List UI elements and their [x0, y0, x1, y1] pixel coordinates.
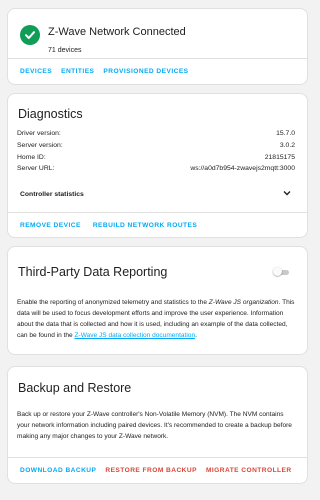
- home-id-value: 21815175: [264, 154, 295, 161]
- backup-restore-card: Backup and Restore Back up or restore yo…: [7, 366, 308, 484]
- server-url-row: Server URL: ws://a0d7b954-zwavejs2mqtt:3…: [17, 165, 295, 172]
- diagnostics-title: Diagnostics: [18, 107, 83, 121]
- home-id-row: Home ID: 21815175: [17, 154, 295, 161]
- status-card-actions: DEVICES ENTITIES PROVISIONED DEVICES: [8, 58, 307, 84]
- rebuild-network-routes-button[interactable]: REBUILD NETWORK ROUTES: [93, 222, 197, 229]
- server-version-row: Server version: 3.0.2: [17, 142, 295, 149]
- data-reporting-card: Third-Party Data Reporting Enable the re…: [7, 246, 308, 355]
- network-status-card: Z-Wave Network Connected 71 devices DEVI…: [7, 8, 308, 85]
- provisioned-devices-button[interactable]: PROVISIONED DEVICES: [103, 68, 188, 75]
- check-circle-icon: [20, 25, 40, 45]
- remove-device-button[interactable]: REMOVE DEVICE: [20, 222, 81, 229]
- data-reporting-toggle[interactable]: [273, 267, 291, 277]
- driver-version-label: Driver version:: [17, 130, 61, 137]
- backup-restore-title: Backup and Restore: [18, 381, 132, 395]
- backup-card-actions: DOWNLOAD BACKUP RESTORE FROM BACKUP MIGR…: [8, 457, 307, 483]
- driver-version-value: 15.7.0: [276, 130, 295, 137]
- device-count: 71 devices: [48, 47, 82, 54]
- data-reporting-description: Enable the reporting of anonymized telem…: [17, 299, 295, 339]
- diagnostics-card: Diagnostics Driver version: 15.7.0 Serve…: [7, 93, 308, 238]
- toggle-knob: [273, 267, 282, 276]
- data-reporting-title: Third-Party Data Reporting: [18, 265, 168, 279]
- driver-version-row: Driver version: 15.7.0: [17, 130, 295, 137]
- restore-from-backup-button[interactable]: RESTORE FROM BACKUP: [105, 467, 197, 474]
- chevron-down-icon: [283, 190, 291, 198]
- server-url-value: ws://a0d7b954-zwavejs2mqtt:3000: [190, 165, 295, 172]
- controller-statistics-expander[interactable]: Controller statistics: [20, 190, 291, 198]
- server-url-label: Server URL:: [17, 165, 55, 172]
- server-version-value: 3.0.2: [279, 142, 295, 149]
- server-version-label: Server version:: [17, 142, 63, 149]
- network-status-title: Z-Wave Network Connected: [48, 26, 186, 38]
- devices-button[interactable]: DEVICES: [20, 68, 52, 75]
- migrate-controller-button[interactable]: MIGRATE CONTROLLER: [206, 467, 292, 474]
- controller-statistics-label: Controller statistics: [20, 190, 84, 198]
- backup-restore-description: Back up or restore your Z-Wave controlle…: [17, 411, 292, 440]
- zwave-js-org-text: Z-Wave JS organization: [208, 299, 279, 306]
- diagnostics-card-actions: REMOVE DEVICE REBUILD NETWORK ROUTES: [8, 212, 307, 237]
- download-backup-button[interactable]: DOWNLOAD BACKUP: [20, 467, 96, 474]
- data-collection-docs-link[interactable]: Z-Wave JS data collection documentation: [75, 332, 196, 339]
- entities-button[interactable]: ENTITIES: [61, 68, 94, 75]
- home-id-label: Home ID:: [17, 154, 46, 161]
